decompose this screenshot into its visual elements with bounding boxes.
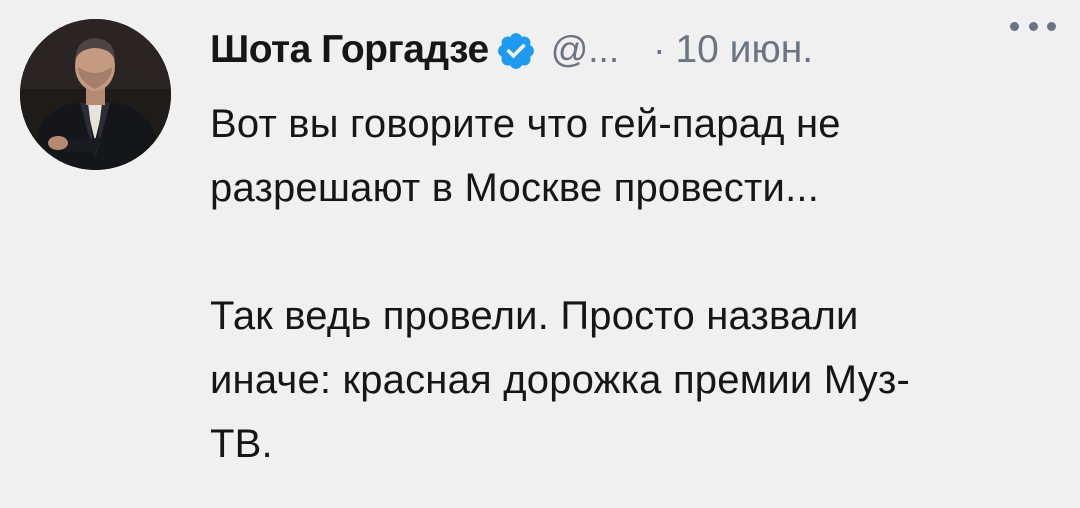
avatar-photo	[20, 19, 171, 170]
tweet-line: Так ведь провели. Просто назвали	[210, 294, 859, 338]
author-name[interactable]: Шота Горгадзе	[210, 28, 489, 72]
tweet-line: разрешают в Москве провести...	[210, 166, 820, 210]
author-handle[interactable]: @...	[551, 29, 619, 71]
verified-badge-icon	[495, 30, 537, 72]
tweet-line: Вот вы говорите что гей-парад не	[210, 102, 841, 146]
meta-separator: ·	[653, 29, 666, 70]
tweet-line: ТВ.	[210, 422, 273, 466]
more-horizontal-icon	[1010, 21, 1019, 31]
tweet[interactable]: Шота Горгадзе @... · 10 июн. Вот вы гово…	[0, 0, 1080, 508]
tweet-line: иначе: красная дорожка премии Муз-	[210, 358, 911, 402]
avatar[interactable]	[20, 19, 171, 170]
tweet-text: Вот вы говорите что гей-парад не разреша…	[210, 92, 1060, 476]
tweet-timestamp[interactable]: 10 июн.	[675, 28, 813, 72]
more-options-button[interactable]	[1010, 14, 1056, 38]
tweet-header: Шота Горгадзе @... · 10 июн.	[210, 22, 1060, 78]
